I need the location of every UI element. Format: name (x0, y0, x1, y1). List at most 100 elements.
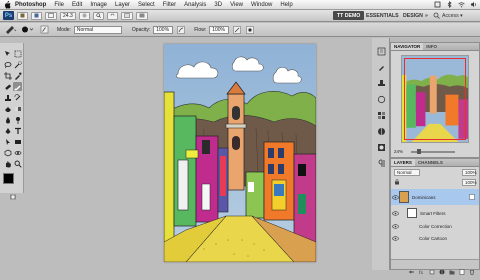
3d-rotate-tool-icon[interactable] (3, 148, 12, 157)
filter-label[interactable]: Color Cartoon (419, 236, 447, 241)
brush-panel-toggle-icon[interactable] (37, 25, 51, 35)
airbrush-icon[interactable] (232, 25, 242, 35)
menu-app-name[interactable]: Photoshop (15, 2, 46, 8)
workspace-more[interactable]: » (425, 11, 428, 20)
hand-tool-icon[interactable] (3, 159, 12, 168)
extras-button[interactable] (45, 11, 57, 20)
brush-panel-icon[interactable] (376, 62, 386, 72)
path-selection-tool-icon[interactable] (3, 137, 12, 146)
pen-tool-icon[interactable] (3, 126, 12, 135)
brush-size-picker[interactable] (20, 25, 34, 35)
volume-icon[interactable] (470, 1, 477, 8)
menu-view[interactable]: View (230, 2, 243, 8)
filter-row-color-cartoon[interactable]: Color Cartoon (391, 233, 479, 243)
apple-icon[interactable] (3, 0, 11, 9)
workspace-tt-demo[interactable]: TT DEMO (333, 11, 365, 20)
visibility-eye-icon[interactable] (391, 234, 399, 242)
menu-edit[interactable]: Edit (72, 2, 82, 8)
zoom-tool-button[interactable] (92, 11, 104, 20)
brush-preset-icon[interactable] (3, 25, 17, 35)
tab-layers[interactable]: LAYERS (391, 159, 415, 166)
zoom-level[interactable]: 24.3 (60, 11, 76, 20)
access-menu[interactable]: Access ▾ (442, 11, 463, 20)
link-layers-icon[interactable] (409, 262, 415, 273)
navigator-view-box[interactable] (404, 58, 466, 140)
clone-source-panel-icon[interactable] (376, 78, 386, 88)
opacity-pressure-icon[interactable] (176, 25, 186, 35)
new-group-icon[interactable] (449, 262, 455, 274)
filter-label[interactable]: Color Correction (419, 224, 452, 229)
eraser-tool-icon[interactable] (3, 104, 12, 113)
filter-row-color-correction[interactable]: Color Correction (391, 221, 479, 231)
eyedropper-tool-icon[interactable] (13, 71, 22, 80)
blend-mode-select[interactable]: Normal (394, 168, 420, 176)
bridge-button[interactable] (17, 11, 28, 20)
filter-mask-thumbnail[interactable] (407, 208, 417, 218)
search-icon[interactable] (433, 11, 440, 20)
script-icon[interactable] (434, 1, 441, 8)
opacity-field[interactable]: 100% (153, 25, 174, 34)
visibility-eye-icon[interactable] (391, 209, 399, 217)
workspace-essentials[interactable]: ESSENTIALS (366, 11, 399, 20)
tab-navigator[interactable]: NAVIGATOR (391, 43, 424, 50)
menu-layer[interactable]: Layer (115, 2, 130, 8)
quick-mask-icon[interactable] (8, 192, 17, 201)
visibility-eye-icon[interactable] (391, 193, 399, 201)
mode-select[interactable]: Normal (73, 25, 122, 34)
tab-info[interactable]: INFO (423, 43, 440, 50)
delete-layer-icon[interactable] (469, 262, 475, 275)
blur-tool-icon[interactable] (3, 115, 12, 124)
menu-filter[interactable]: Filter (163, 2, 176, 8)
clone-stamp-tool-icon[interactable] (3, 93, 12, 102)
menu-3d[interactable]: 3D (214, 2, 222, 8)
wifi-icon[interactable] (458, 1, 465, 8)
menu-select[interactable]: Select (138, 2, 155, 8)
layer-row-dominicans[interactable]: Dominicans (391, 189, 479, 205)
tab-channels[interactable]: CHANNELS (415, 159, 446, 166)
hand-tool-button[interactable] (78, 11, 90, 20)
menu-window[interactable]: Window (251, 2, 272, 8)
new-layer-icon[interactable] (459, 262, 465, 275)
quick-select-tool-icon[interactable] (13, 60, 22, 69)
workspace-design[interactable]: DESIGN (403, 11, 423, 20)
color-panel-icon[interactable] (376, 94, 386, 104)
navigator-zoom-value[interactable]: 24% (394, 149, 403, 154)
add-mask-icon[interactable] (429, 262, 435, 274)
masks-panel-icon[interactable] (376, 142, 386, 152)
paragraph-panel-icon[interactable] (376, 158, 386, 168)
rotate-view-button[interactable] (106, 11, 118, 20)
3d-orbit-tool-icon[interactable] (13, 148, 22, 157)
swatches-panel-icon[interactable] (376, 110, 386, 120)
foreground-color-swatch[interactable] (3, 173, 14, 184)
marquee-tool-icon[interactable] (13, 49, 22, 58)
type-tool-icon[interactable] (13, 126, 22, 135)
flow-field[interactable]: 100% (209, 25, 230, 34)
move-tool-icon[interactable] (3, 49, 12, 58)
layer-name[interactable]: Dominicans (412, 195, 436, 200)
gradient-tool-icon[interactable] (13, 104, 22, 113)
crop-tool-icon[interactable] (3, 71, 12, 80)
healing-brush-tool-icon[interactable] (3, 82, 12, 91)
history-brush-tool-icon[interactable] (13, 93, 22, 102)
brush-tool-icon[interactable] (13, 82, 22, 91)
navigator-zoom-knob[interactable] (417, 148, 422, 154)
layer-fill-field[interactable]: 100% (462, 178, 477, 186)
menu-analysis[interactable]: Analysis (184, 2, 206, 8)
history-panel-icon[interactable] (376, 46, 386, 56)
new-adjustment-layer-icon[interactable] (439, 262, 445, 274)
lock-icon[interactable] (394, 179, 400, 185)
lasso-tool-icon[interactable] (3, 60, 12, 69)
navigator-zoom-slider[interactable] (411, 148, 456, 154)
zoom-tool-icon[interactable] (13, 159, 22, 168)
layer-style-icon[interactable]: fx (419, 262, 425, 276)
size-pressure-icon[interactable] (245, 25, 255, 35)
shape-tool-icon[interactable] (13, 137, 22, 146)
dodge-tool-icon[interactable] (13, 115, 22, 124)
navigator-thumbnail[interactable] (401, 55, 469, 143)
menu-image[interactable]: Image (90, 2, 107, 8)
smart-filters-label[interactable]: Smart Filters (420, 211, 446, 216)
layer-row-smart-filters[interactable]: Smart Filters (391, 207, 479, 219)
document-canvas[interactable] (163, 44, 317, 263)
layer-opacity-field[interactable]: 100% (462, 168, 477, 176)
menu-help[interactable]: Help (280, 2, 292, 8)
